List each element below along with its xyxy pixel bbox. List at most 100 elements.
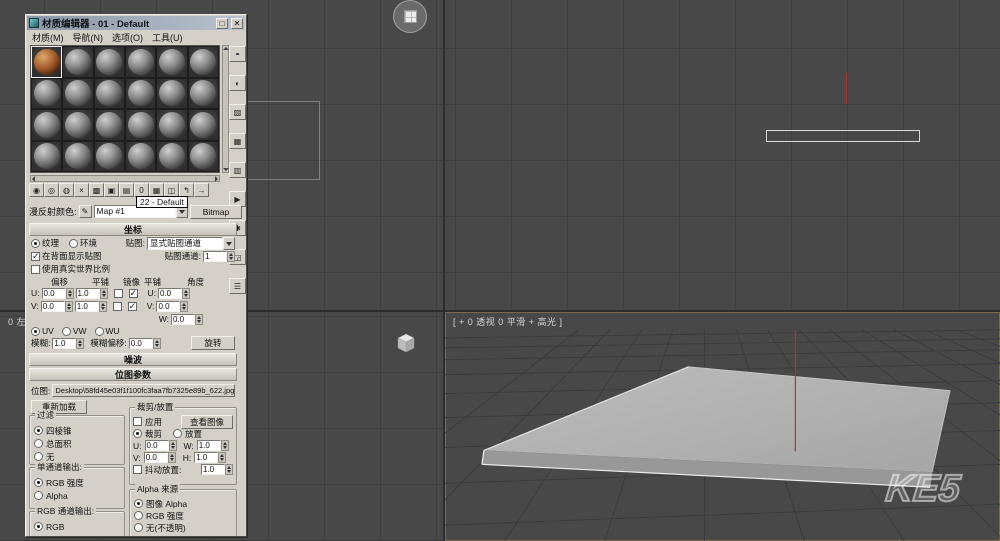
crop-v-spinner[interactable]: 0.0 xyxy=(143,452,176,463)
spinner-arrows-icon[interactable] xyxy=(218,452,227,463)
sample-slot[interactable] xyxy=(62,46,94,78)
rgb-output-rgb-radio[interactable] xyxy=(34,522,43,531)
v-offset-spinner[interactable]: 0.0 xyxy=(40,300,73,312)
sample-type-icon[interactable]: ◓ xyxy=(229,46,246,62)
material-id-channel-icon[interactable]: 0 xyxy=(134,183,149,197)
view-image-button[interactable]: 查看图像 xyxy=(181,414,233,429)
v-tile-checkbox[interactable] xyxy=(127,301,137,312)
reset-map-icon[interactable]: × xyxy=(74,183,89,197)
rotate-button[interactable]: 旋转 xyxy=(191,336,235,350)
spinner-arrows-icon[interactable] xyxy=(225,464,233,475)
mono-alpha-radio[interactable] xyxy=(34,491,43,500)
spinner-arrows-icon[interactable] xyxy=(98,300,107,312)
scroll-right-icon[interactable] xyxy=(215,176,218,182)
jitter-spinner[interactable]: 1.0 xyxy=(201,464,233,475)
sample-slot[interactable] xyxy=(93,140,125,172)
viewport-splitter-vertical[interactable] xyxy=(443,0,445,541)
place-radio[interactable] xyxy=(173,429,183,438)
sample-slot[interactable] xyxy=(31,46,63,78)
titlebar[interactable]: 材质编辑器 - 01 - Default □ ✕ xyxy=(27,16,245,30)
spinner-arrows-icon[interactable] xyxy=(76,337,85,349)
sample-slot[interactable] xyxy=(187,77,219,109)
sample-slot[interactable] xyxy=(125,140,157,172)
u-tile-checkbox[interactable] xyxy=(128,288,138,299)
close-button[interactable]: ✕ xyxy=(231,17,243,29)
wu-radio[interactable] xyxy=(94,326,104,336)
w-angle-spinner[interactable]: 0.0 xyxy=(171,313,203,325)
alpha-image-radio[interactable] xyxy=(134,499,143,508)
sample-slot[interactable] xyxy=(125,109,157,141)
get-material-icon[interactable]: ◉ xyxy=(29,183,44,197)
assign-material-to-selection-icon[interactable]: ◍ xyxy=(59,183,74,197)
spinner-arrows-icon[interactable] xyxy=(195,313,203,325)
sample-slot[interactable] xyxy=(31,140,63,172)
u-tiling-spinner[interactable]: 1.0 xyxy=(75,287,108,299)
sample-slot[interactable] xyxy=(93,77,125,109)
plane-object-edge-view[interactable] xyxy=(766,130,920,142)
sample-slot[interactable] xyxy=(31,77,63,109)
sample-slot[interactable] xyxy=(125,77,157,109)
real-world-scale-checkbox[interactable] xyxy=(31,264,40,274)
viewcube-home-icon[interactable] xyxy=(393,0,427,33)
viewcube-mini-icon[interactable] xyxy=(394,331,418,355)
menu-navigation[interactable]: 导航(N) xyxy=(73,31,104,44)
jitter-checkbox[interactable] xyxy=(133,465,142,474)
sample-uv-tiling-icon[interactable]: ▦ xyxy=(229,133,246,149)
u-angle-spinner[interactable]: 0.0 xyxy=(158,287,190,299)
u-mirror-checkbox[interactable] xyxy=(113,288,123,298)
crop-radio[interactable] xyxy=(133,429,142,438)
rollout-coordinates[interactable]: 坐标 xyxy=(29,223,237,236)
go-forward-sibling-icon[interactable]: → xyxy=(194,183,209,197)
mapping-dropdown[interactable]: 显式贴图通道 xyxy=(147,236,235,250)
spinner-arrows-icon[interactable] xyxy=(65,287,74,299)
uv-radio[interactable] xyxy=(31,326,40,336)
sample-slot[interactable] xyxy=(187,140,219,172)
video-color-check-icon[interactable]: ▥ xyxy=(229,162,246,178)
maximize-button[interactable]: □ xyxy=(216,17,228,29)
viewport-perspective[interactable]: [ + 0 透视 0 平滑 + 高光 ] KE5 xyxy=(445,312,1000,541)
scroll-left-icon[interactable] xyxy=(32,176,35,182)
sample-slots-horizontal-scrollbar[interactable] xyxy=(30,175,220,182)
chevron-down-icon[interactable] xyxy=(223,236,235,250)
show-end-result-icon[interactable]: ◫ xyxy=(164,183,179,197)
put-to-library-icon[interactable]: ▤ xyxy=(119,183,134,197)
map-channel-spinner[interactable]: 1 xyxy=(203,250,235,262)
sample-slot[interactable] xyxy=(62,140,94,172)
u-offset-spinner[interactable]: 0.0 xyxy=(41,287,74,299)
alpha-none-opaque-radio[interactable] xyxy=(134,523,143,532)
sample-slot[interactable] xyxy=(93,109,125,141)
sample-slot[interactable] xyxy=(156,77,188,109)
menu-utilities[interactable]: 工具(U) xyxy=(152,31,183,44)
sample-slot[interactable] xyxy=(187,109,219,141)
eyedropper-icon[interactable]: ✎ xyxy=(78,205,92,218)
sample-slot[interactable] xyxy=(62,77,94,109)
viewport-top-right[interactable] xyxy=(445,0,1000,310)
background-icon[interactable]: ▨ xyxy=(229,104,246,120)
bitmap-path-button[interactable]: Desktop\58fd45e03f1f100fc3faa7fb7325e89b… xyxy=(52,384,235,397)
spinner-arrows-icon[interactable] xyxy=(220,440,229,451)
mono-rgb-intensity-radio[interactable] xyxy=(34,478,43,487)
filter-summed-area-radio[interactable] xyxy=(34,439,43,448)
viewcube-cube-icon[interactable] xyxy=(403,10,417,23)
backlight-icon[interactable]: ◐ xyxy=(229,75,246,91)
menu-options[interactable]: 选项(O) xyxy=(112,31,143,44)
sample-slot[interactable] xyxy=(156,140,188,172)
sample-slot[interactable] xyxy=(125,46,157,78)
sample-slots-vertical-scrollbar[interactable] xyxy=(222,45,229,173)
menu-material[interactable]: 材质(M) xyxy=(32,31,64,44)
blur-offset-spinner[interactable]: 0.0 xyxy=(128,337,161,349)
texture-radio[interactable] xyxy=(31,238,40,248)
environment-radio[interactable] xyxy=(69,238,79,248)
sample-slot[interactable] xyxy=(62,109,94,141)
put-material-to-scene-icon[interactable]: ◎ xyxy=(44,183,59,197)
vw-radio[interactable] xyxy=(61,326,71,336)
spinner-arrows-icon[interactable] xyxy=(180,300,189,312)
blur-spinner[interactable]: 1.0 xyxy=(52,337,85,349)
map-type-button[interactable]: Bitmap xyxy=(190,204,242,219)
filter-pyramidal-radio[interactable] xyxy=(34,426,43,435)
sample-slot[interactable] xyxy=(187,46,219,78)
v-mirror-checkbox[interactable] xyxy=(112,301,122,311)
box-object[interactable] xyxy=(481,366,951,488)
spinner-arrows-icon[interactable] xyxy=(168,440,177,451)
make-material-copy-icon[interactable]: ▩ xyxy=(89,183,104,197)
